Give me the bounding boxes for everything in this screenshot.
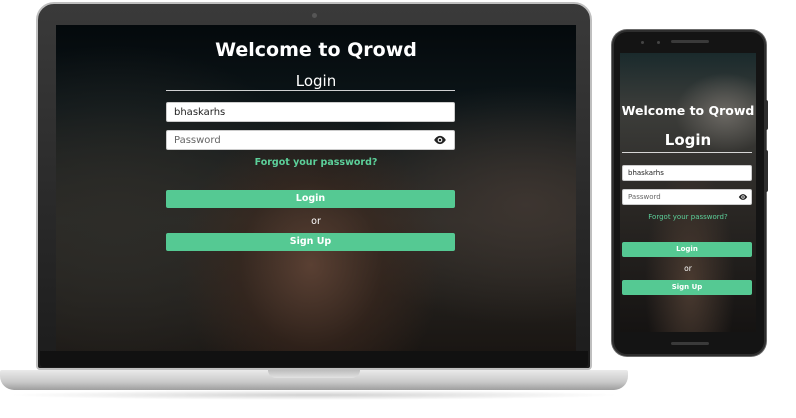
laptop-bezel <box>40 351 588 367</box>
password-input[interactable] <box>166 130 455 150</box>
page-title: Welcome to Qrowd <box>621 103 755 118</box>
laptop-notch <box>268 370 360 378</box>
page-title: Welcome to Qrowd <box>215 39 417 61</box>
phone-power-button <box>765 100 768 130</box>
phone-sensor <box>657 41 660 44</box>
heading-divider <box>166 90 455 91</box>
signup-button[interactable]: Sign Up <box>166 233 455 251</box>
forgot-password-link[interactable]: Forgot your password? <box>56 157 576 168</box>
eye-icon[interactable] <box>738 193 748 201</box>
username-input[interactable] <box>166 102 455 122</box>
laptop-screen: Welcome to Qrowd Login Forgot your passw… <box>56 25 576 351</box>
laptop-shadow <box>6 390 622 400</box>
signup-button[interactable]: Sign Up <box>622 280 752 295</box>
eye-icon[interactable] <box>433 134 447 146</box>
laptop-camera <box>312 13 317 18</box>
or-divider-text: or <box>311 216 321 227</box>
heading-divider <box>622 152 752 153</box>
phone-volume-button <box>765 150 768 192</box>
login-button[interactable]: Login <box>166 190 455 208</box>
phone-screen: Welcome to Qrowd Login Forgot your passw… <box>620 53 756 332</box>
phone-speaker <box>671 40 709 43</box>
login-heading: Login <box>664 131 712 149</box>
login-heading: Login <box>295 72 337 90</box>
forgot-password-link[interactable]: Forgot your password? <box>620 213 756 221</box>
or-divider-text: or <box>684 264 692 273</box>
username-input[interactable] <box>622 165 752 181</box>
password-input[interactable] <box>622 189 752 205</box>
phone-camera <box>641 41 644 44</box>
phone-bottom-speaker <box>671 342 709 345</box>
login-button[interactable]: Login <box>622 242 752 257</box>
